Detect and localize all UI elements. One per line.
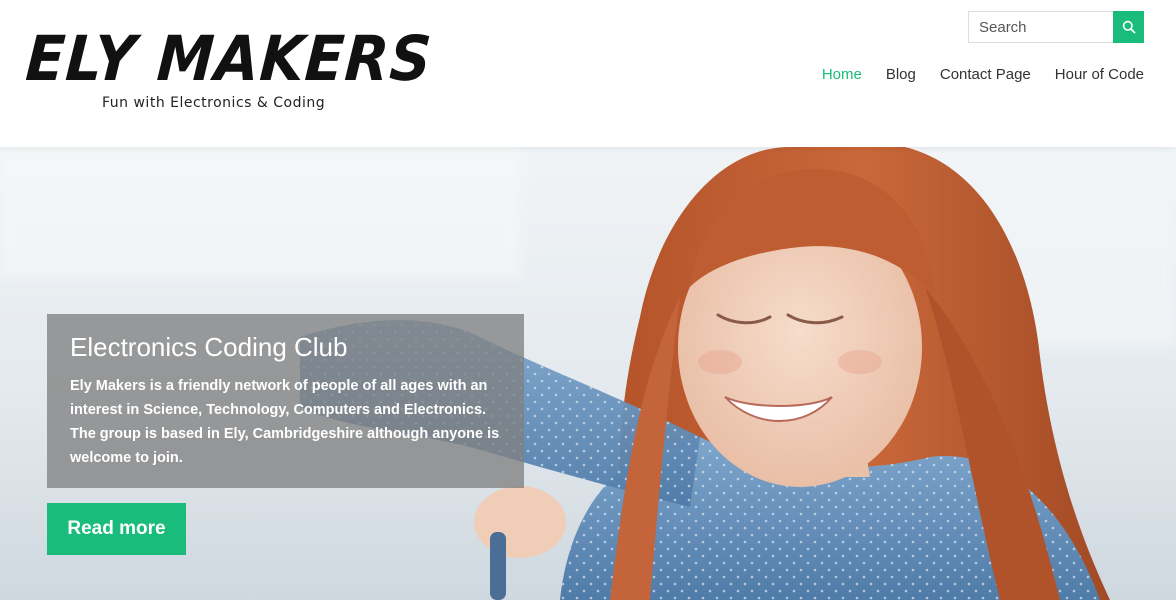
hero-description: Ely Makers is a friendly network of peop…	[70, 378, 500, 466]
nav-item-blog[interactable]: Blog	[886, 64, 916, 86]
main-nav: Home Blog Contact Page Hour of Code	[798, 64, 1144, 86]
nav-item-hour-of-code[interactable]: Hour of Code	[1055, 64, 1144, 86]
hero-title: Electronics Coding Club	[70, 332, 348, 362]
search-button[interactable]	[1113, 11, 1144, 43]
nav-item-home[interactable]: Home	[822, 64, 862, 86]
logo-title: ELY MAKERS	[23, 22, 435, 95]
search-icon	[1122, 20, 1136, 34]
hero-caption: Electronics Coding Club Ely Makers is a …	[47, 314, 524, 488]
site-logo[interactable]: ELY MAKERS Fun with Electronics & Coding	[24, 22, 435, 120]
site-header: ELY MAKERS Fun with Electronics & Coding…	[0, 0, 1176, 147]
search-form	[968, 11, 1144, 43]
read-more-button[interactable]: Read more	[47, 503, 186, 555]
search-input[interactable]	[968, 11, 1113, 43]
logo-tagline: Fun with Electronics & Coding	[102, 95, 326, 111]
nav-item-contact-page[interactable]: Contact Page	[940, 64, 1031, 86]
hero-slider: Electronics Coding Club Ely Makers is a …	[0, 147, 1176, 600]
